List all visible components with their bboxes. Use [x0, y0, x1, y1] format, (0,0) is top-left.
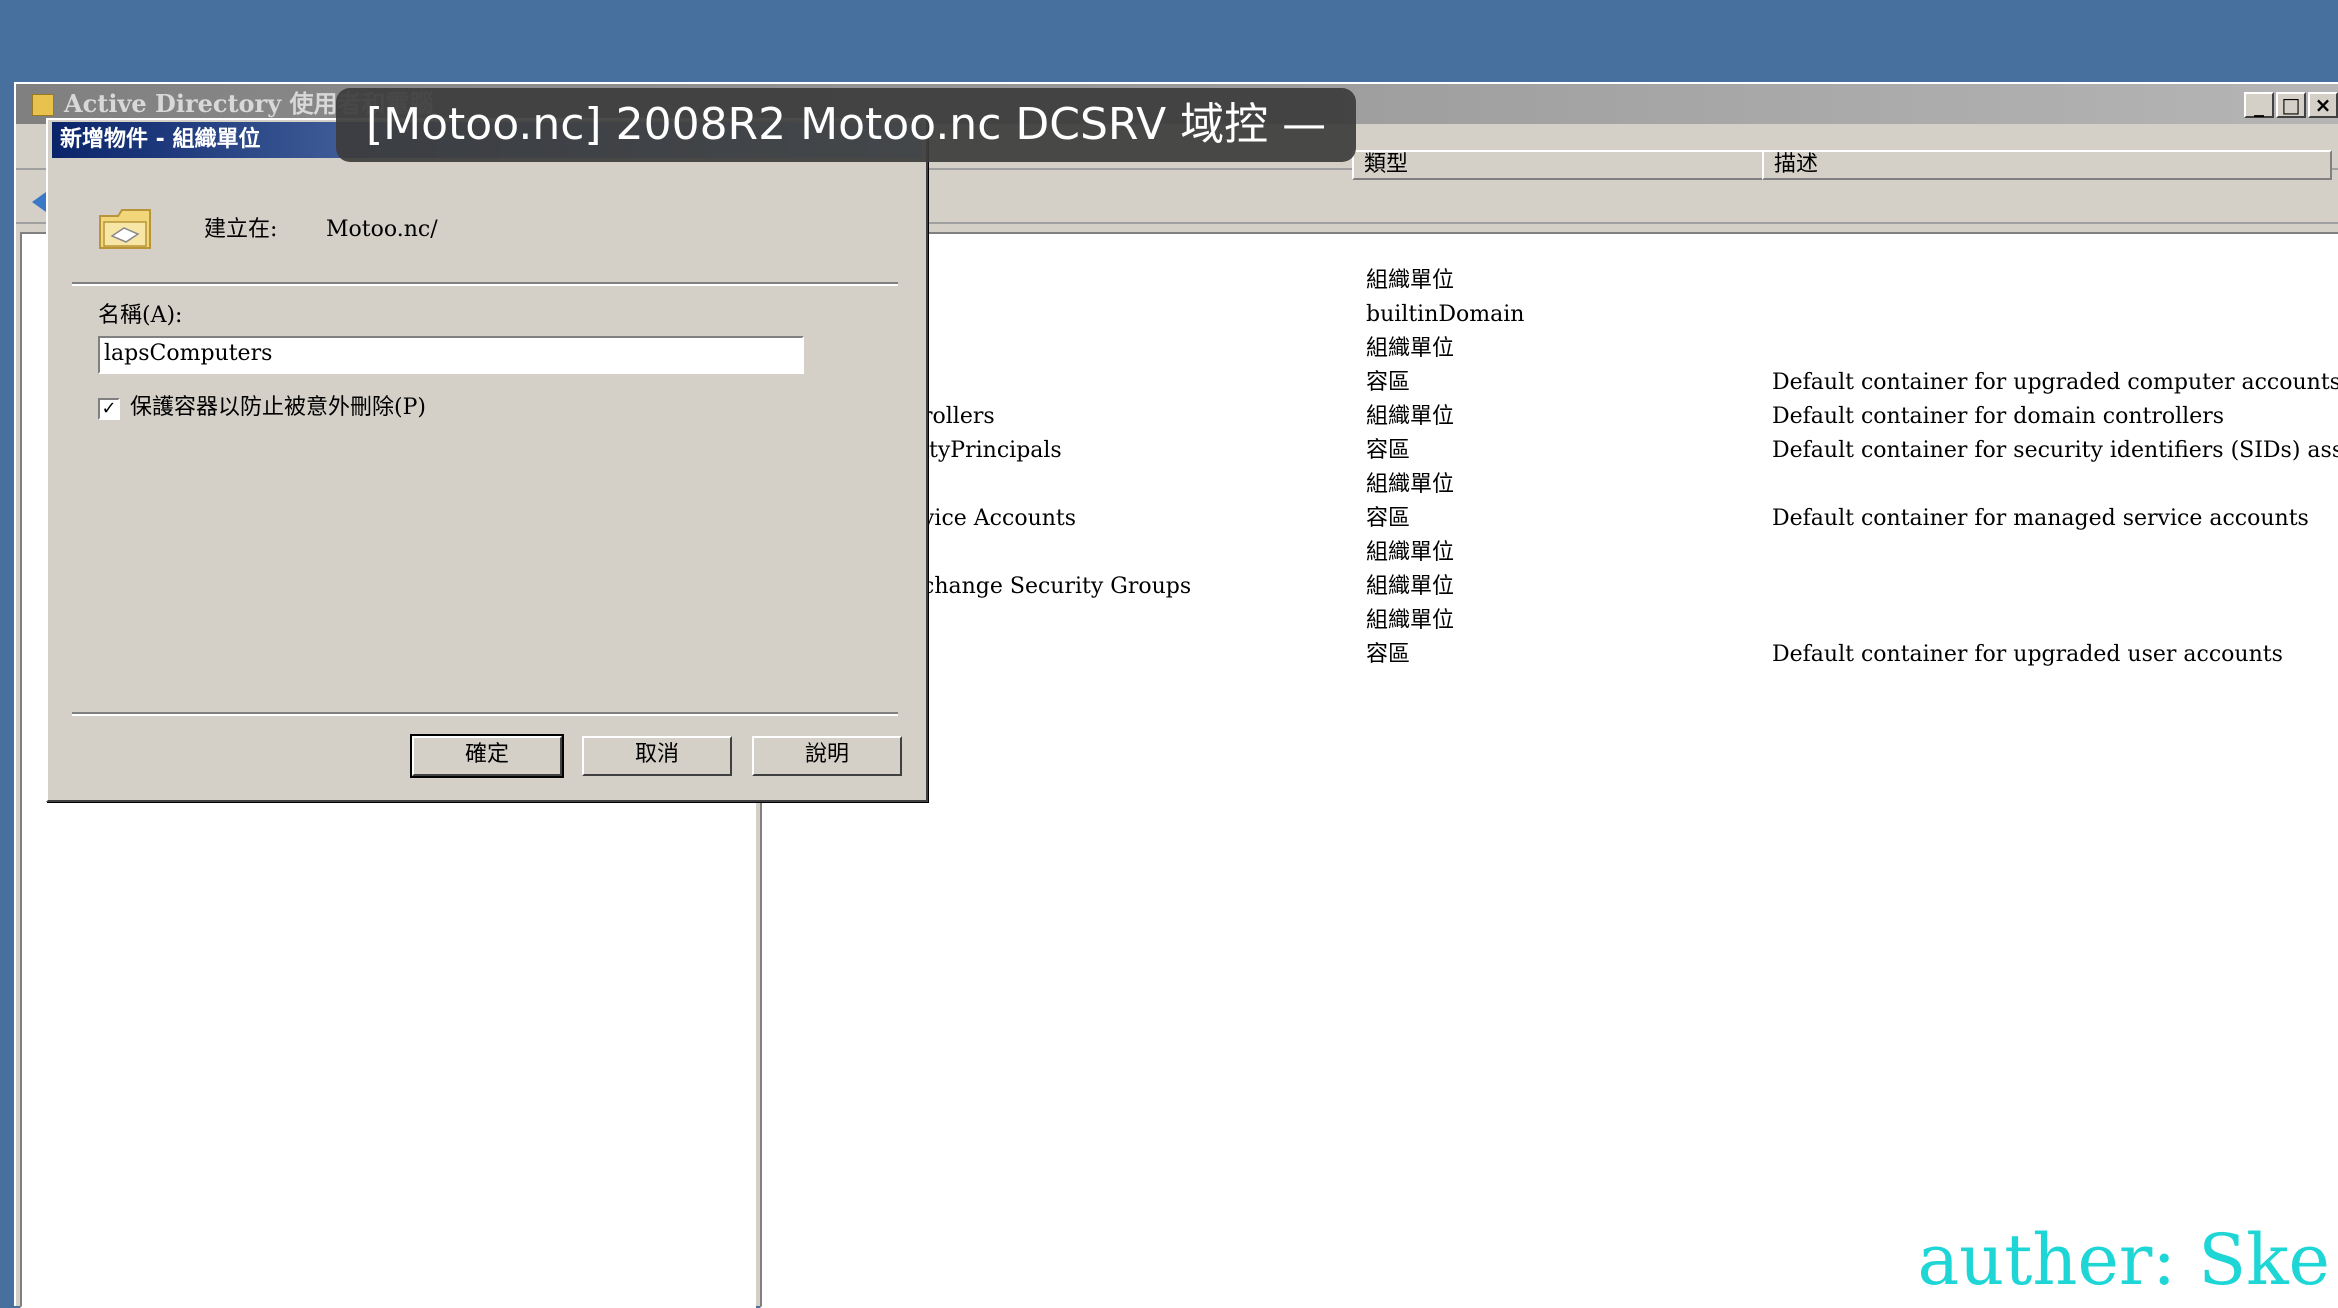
list-item-type[interactable]: 組織單位 [1366, 572, 1454, 602]
list-item-name[interactable]: change Security Groups [922, 572, 1191, 602]
name-label: 名稱(A): [98, 303, 183, 328]
maximize-button[interactable]: □ [2276, 92, 2306, 118]
list-item-type[interactable]: 組織單位 [1366, 606, 1454, 636]
list-item-name[interactable]: rollers [922, 402, 995, 432]
list-item-type[interactable]: 組織單位 [1366, 470, 1454, 500]
list-item-type[interactable]: 組織單位 [1366, 402, 1454, 432]
minimize-button[interactable]: _ [2244, 92, 2274, 118]
list-item-name[interactable]: vice Accounts [922, 504, 1076, 534]
list-item-description[interactable]: Default container for security identifie… [1772, 436, 2338, 466]
name-input[interactable]: lapsComputers [98, 336, 804, 374]
video-title-overlay: [Motoo.nc] 2008R2 Motoo.nc DCSRV 域控 — [336, 88, 1357, 162]
list-item-type[interactable]: 組織單位 [1366, 266, 1454, 296]
close-button[interactable]: × [2308, 92, 2338, 118]
list-item-description[interactable]: Default container for upgraded user acco… [1772, 640, 2283, 670]
list-item-name[interactable]: ityPrincipals [922, 436, 1062, 466]
help-button[interactable]: 說明 [752, 736, 902, 776]
cancel-button[interactable]: 取消 [582, 736, 732, 776]
author-watermark: auther: Ske [1917, 1219, 2330, 1301]
create-in-label: 建立在: [204, 217, 278, 242]
list-item-type[interactable]: 組織單位 [1366, 538, 1454, 568]
list-item-description[interactable]: Default container for upgraded computer … [1772, 368, 2338, 398]
checkmark-icon: ✓ [101, 398, 117, 419]
column-header-description[interactable]: 描述 [1762, 150, 2332, 180]
list-item-description[interactable]: Default container for domain controllers [1772, 402, 2224, 432]
protect-checkbox[interactable]: ✓ [98, 398, 120, 420]
organizational-unit-icon [99, 209, 151, 249]
list-item-type[interactable]: 容區 [1366, 640, 1410, 670]
list-item-type[interactable]: 容區 [1366, 436, 1410, 466]
caption-buttons: _ □ × [2244, 92, 2338, 118]
list-item-type[interactable]: 容區 [1366, 504, 1410, 534]
list-item-type[interactable]: builtinDomain [1366, 300, 1524, 330]
folder-icon [32, 94, 54, 116]
list-item-type[interactable]: 容區 [1366, 368, 1410, 398]
list-item-description[interactable]: Default container for managed service ac… [1772, 504, 2309, 534]
list-item-type[interactable]: 組織單位 [1366, 334, 1454, 364]
protect-checkbox-label[interactable]: 保護容器以防止被意外刪除(P) [130, 394, 426, 422]
ok-button[interactable]: 確定 [410, 734, 564, 778]
new-ou-dialog: 新增物件 - 組織單位 建立在: Motoo.nc/ 名稱(A): lapsCo… [46, 118, 928, 802]
create-in-path: Motoo.nc/ [326, 217, 438, 242]
divider [72, 712, 898, 716]
column-header-type[interactable]: 類型 [1352, 150, 1764, 180]
divider [72, 282, 898, 286]
